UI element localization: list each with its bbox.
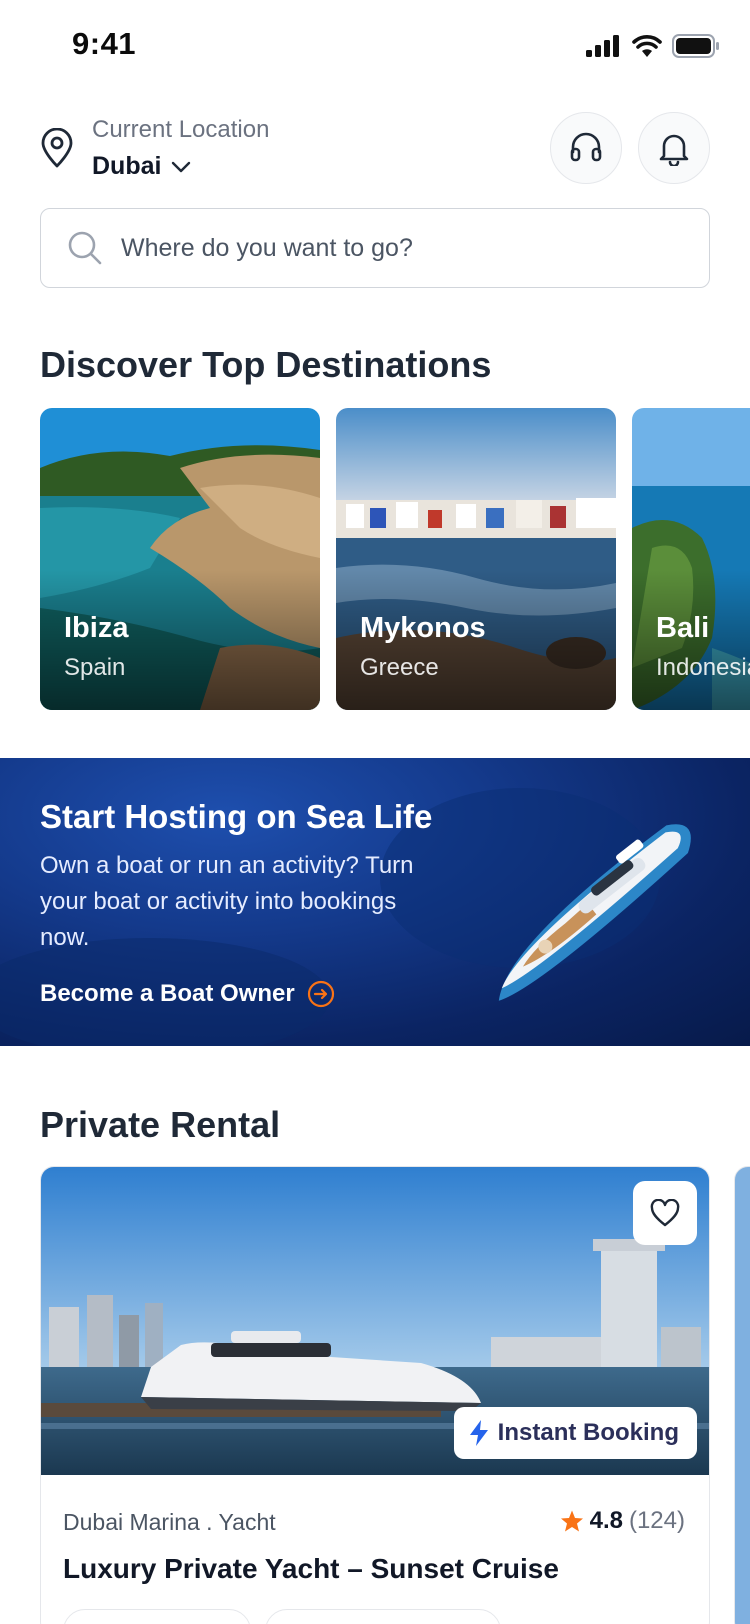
- location-selector[interactable]: Dubai: [92, 152, 191, 181]
- instant-booking-label: Instant Booking: [497, 1419, 679, 1446]
- destination-card[interactable]: Bali Indonesia: [632, 408, 750, 710]
- feature-chip: [265, 1609, 501, 1624]
- favorite-button[interactable]: [633, 1181, 697, 1245]
- feature-chip: [63, 1609, 251, 1624]
- arrow-circle-icon: [307, 980, 334, 1008]
- star-icon: [560, 1510, 583, 1532]
- location-label: Current Location: [92, 116, 270, 143]
- signal-icon: [586, 35, 619, 57]
- destination-card[interactable]: Mykonos Greece: [336, 408, 616, 710]
- host-promo-banner: Start Hosting on Sea Life Own a boat or …: [0, 758, 750, 1046]
- rating-value: 4.8: [589, 1507, 623, 1534]
- location-value: Dubai: [92, 152, 162, 180]
- destination-country: Spain: [64, 654, 126, 681]
- become-owner-label: Become a Boat Owner: [40, 980, 295, 1007]
- location-header: Current Location Dubai: [40, 112, 710, 184]
- headset-icon: [570, 132, 602, 162]
- yacht-illustration: [498, 824, 691, 1001]
- instant-booking-badge: Instant Booking: [453, 1407, 697, 1459]
- wifi-icon: [632, 35, 662, 57]
- promo-title: Start Hosting on Sea Life: [40, 798, 433, 835]
- bolt-icon: [469, 1420, 488, 1446]
- rental-title: Luxury Private Yacht – Sunset Cruise: [63, 1553, 559, 1584]
- pin-icon: [41, 128, 73, 168]
- search-input[interactable]: Where do you want to go?: [40, 208, 710, 288]
- destination-name: Mykonos: [360, 612, 486, 644]
- destination-card[interactable]: Ibiza Spain: [40, 408, 320, 710]
- notifications-button[interactable]: [638, 112, 710, 184]
- rental-rating: 4.8 (124): [560, 1507, 685, 1535]
- destination-country: Indonesia: [656, 654, 750, 681]
- destinations-title: Discover Top Destinations: [40, 344, 492, 385]
- rating-count: (124): [628, 1507, 685, 1534]
- promo-text: Own a boat or run an activity? Turn your…: [40, 852, 414, 951]
- battery-icon: [672, 34, 719, 58]
- status-bar: 9:41: [0, 0, 750, 90]
- private-rental-title: Private Rental: [40, 1104, 281, 1145]
- support-button[interactable]: [550, 112, 622, 184]
- destination-country: Greece: [360, 654, 439, 681]
- heart-icon: [650, 1199, 680, 1227]
- rental-card-peek[interactable]: [734, 1166, 750, 1624]
- status-icons: [586, 34, 720, 58]
- destination-name: Ibiza: [64, 612, 129, 644]
- search-icon: [68, 231, 102, 265]
- rental-photo: Instant Booking: [41, 1167, 709, 1475]
- become-owner-link[interactable]: Become a Boat Owner: [40, 980, 335, 1008]
- destinations-carousel[interactable]: Ibiza Spain Mykonos Greece Bali Indonesi…: [40, 408, 750, 710]
- chevron-down-icon: [172, 161, 191, 172]
- rental-location-type: Dubai Marina . Yacht: [63, 1509, 276, 1535]
- destination-name: Bali: [656, 612, 710, 644]
- status-time: 9:41: [72, 26, 137, 61]
- bell-icon: [659, 134, 689, 166]
- rental-card[interactable]: Instant Booking Dubai Marina . Yacht 4.8…: [40, 1166, 710, 1624]
- search-placeholder: Where do you want to go?: [121, 233, 413, 262]
